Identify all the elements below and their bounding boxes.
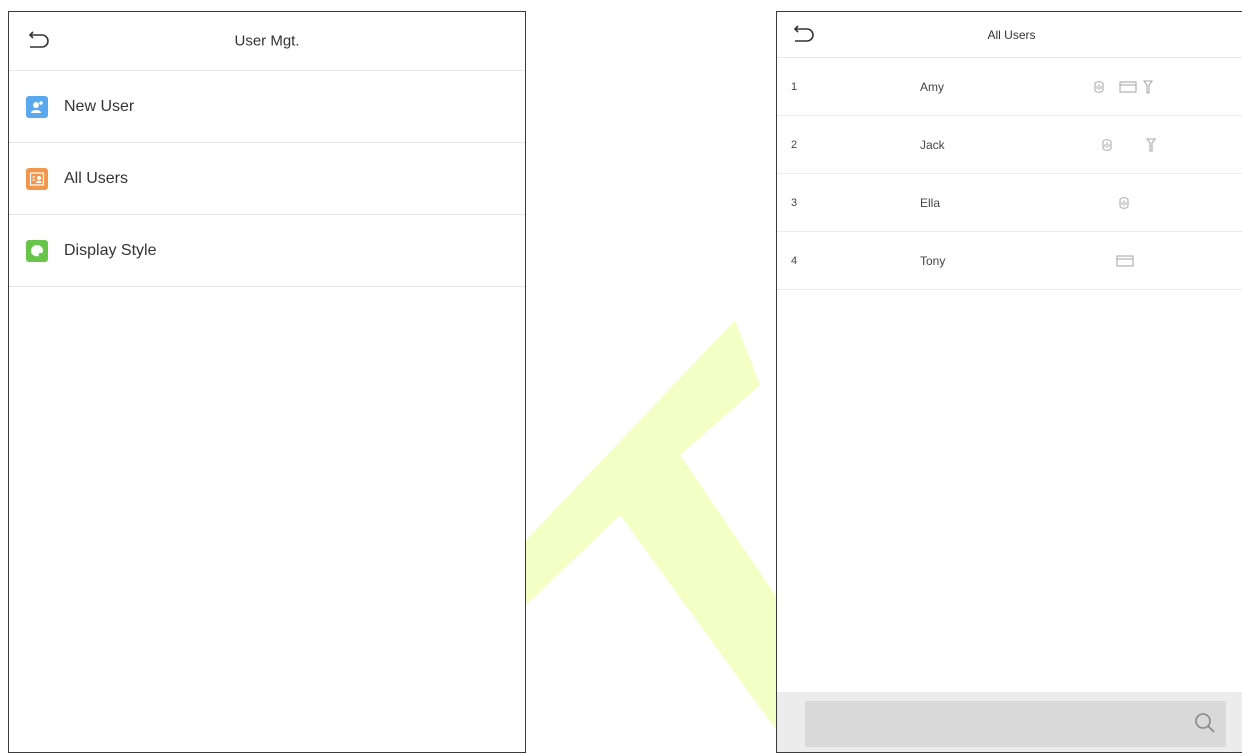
user-row[interactable]: 3 Ella — [777, 174, 1242, 232]
user-row[interactable]: 4 Tony — [777, 232, 1242, 290]
fingerprint-icon — [1094, 80, 1104, 93]
search-icon[interactable] — [1192, 710, 1218, 736]
menu-item-all-users[interactable]: All Users — [9, 143, 525, 215]
password-icon — [1142, 79, 1154, 94]
user-number: 3 — [791, 196, 798, 209]
fingerprint-icon — [1102, 138, 1112, 151]
new-user-icon — [26, 95, 48, 118]
menu-item-display-style[interactable]: Display Style — [9, 215, 525, 287]
card-icon — [1119, 80, 1137, 93]
search-bar — [777, 692, 1242, 752]
user-number: 4 — [791, 254, 798, 267]
fingerprint-icon — [1119, 196, 1129, 209]
menu-item-label: Display Style — [64, 241, 157, 259]
display-style-icon — [26, 239, 48, 262]
user-mgt-screen: User Mgt. New User All Users Display Sty… — [8, 11, 526, 753]
user-name: Amy — [920, 79, 944, 94]
card-icon — [1116, 254, 1134, 267]
header: User Mgt. — [9, 12, 525, 71]
page-title: All Users — [987, 27, 1036, 42]
all-users-screen: All Users 1 Amy 2 Jack 3 Ella 4 Tony — [776, 11, 1242, 753]
header: All Users — [777, 12, 1242, 58]
menu-item-label: All Users — [64, 169, 129, 187]
user-name: Ella — [920, 195, 941, 210]
user-number: 1 — [791, 80, 798, 93]
user-name: Jack — [920, 137, 945, 152]
user-name: Tony — [920, 253, 946, 268]
all-users-icon — [26, 167, 48, 190]
page-title: User Mgt. — [234, 32, 300, 50]
menu-item-label: New User — [64, 97, 135, 115]
user-row[interactable]: 2 Jack — [777, 116, 1242, 174]
search-input[interactable] — [805, 701, 1226, 747]
password-icon — [1145, 137, 1157, 152]
menu-item-new-user[interactable]: New User — [9, 71, 525, 143]
user-number: 2 — [791, 138, 798, 151]
user-row[interactable]: 1 Amy — [777, 58, 1242, 116]
